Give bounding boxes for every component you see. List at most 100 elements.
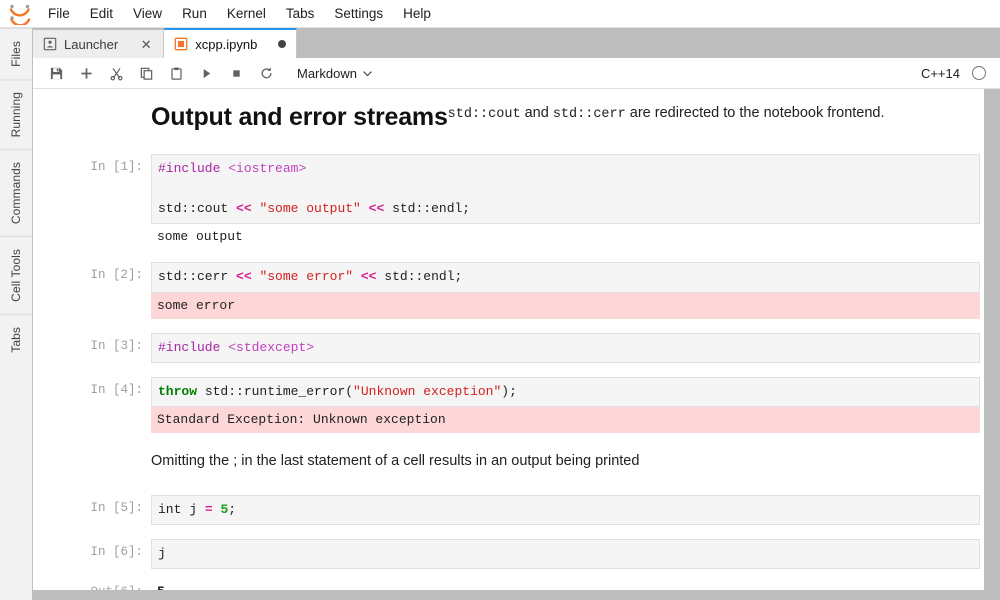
input-prompt-2: In [2]: xyxy=(90,268,143,283)
jupyter-logo xyxy=(0,0,38,28)
code-cell-5[interactable]: In [5]: int j = 5; xyxy=(33,494,1000,526)
paste-button[interactable] xyxy=(161,60,191,86)
vertical-scrollbar[interactable] xyxy=(984,89,1000,590)
token-runtime-error: std::runtime_error( xyxy=(197,383,354,399)
paste-icon xyxy=(170,67,182,80)
token-cout: std::cout xyxy=(158,201,237,217)
code-cell-2-body: std::cerr << "some error" << std::endl; … xyxy=(151,262,980,319)
execute-result-6: 5 xyxy=(151,579,980,590)
menu-item-run[interactable]: Run xyxy=(172,2,217,25)
cell-type-value: Markdown xyxy=(297,65,357,81)
restart-icon xyxy=(261,67,271,78)
intro-paragraph: std::cout and std::cerr are redirected t… xyxy=(448,103,885,132)
output-prompt-6: Out[6]: xyxy=(33,579,151,590)
sidebar-item-cell-tools[interactable]: Cell Tools xyxy=(0,236,32,315)
restart-button[interactable] xyxy=(251,60,281,86)
menu-item-settings[interactable]: Settings xyxy=(324,2,393,25)
sidebar-item-tabs[interactable]: Tabs xyxy=(0,314,32,365)
play-icon xyxy=(203,68,210,78)
tab-launcher[interactable]: Launcher ✕ xyxy=(33,30,165,58)
token-string-some-output: "some output" xyxy=(259,201,361,217)
code-cell-1-body: #include <iostream>std::cout << "some ou… xyxy=(151,154,980,248)
inline-code-cout: std::cout xyxy=(447,107,521,122)
sidebar-item-files[interactable]: Files xyxy=(0,28,32,79)
tab-dirty-indicator-icon[interactable] xyxy=(278,40,287,48)
jupyter-logo-icon xyxy=(9,4,31,25)
code-editor-6[interactable]: j xyxy=(151,539,980,570)
cut-button[interactable] xyxy=(101,60,131,86)
sidebar-item-running[interactable]: Running xyxy=(0,78,32,150)
output-cell-6-body: 5 xyxy=(151,579,980,590)
token-space-5 xyxy=(353,269,361,284)
menu-item-edit[interactable]: Edit xyxy=(80,2,123,25)
jupyterlab-window: File Edit View Run Kernel Tabs Settings … xyxy=(0,0,1000,600)
chevron-down-icon xyxy=(363,70,372,76)
copy-icon xyxy=(140,67,152,80)
code-cell-6[interactable]: In [6]: j xyxy=(33,539,1000,570)
menu-item-file[interactable]: File xyxy=(38,2,80,25)
token-shift-2: << xyxy=(368,201,385,217)
tab-launcher-close-icon[interactable]: ✕ xyxy=(139,38,153,51)
token-shift-3: << xyxy=(236,269,252,285)
menu-item-help[interactable]: Help xyxy=(393,2,441,25)
notebook-toolbar: Markdown C++14 xyxy=(33,58,1000,89)
token-string-some-error: "some error" xyxy=(259,269,354,285)
code-editor-4[interactable]: throw std::runtime_error("Unknown except… xyxy=(151,376,980,407)
menu-item-view[interactable]: View xyxy=(123,2,172,25)
tab-xcpp-ipynb[interactable]: xcpp.ipynb xyxy=(164,28,298,58)
token-space-3 xyxy=(361,201,369,216)
menu-item-tabs[interactable]: Tabs xyxy=(276,2,325,25)
stop-button[interactable] xyxy=(221,60,251,86)
token-include-1: #include xyxy=(158,161,221,176)
toolbar-right-group: C++14 xyxy=(921,66,986,81)
token-stdexcept: <stdexcept> xyxy=(228,339,315,355)
token-paren-close: ); xyxy=(501,383,517,399)
sidebar-item-commands[interactable]: Commands xyxy=(0,149,32,237)
markdown-cell-intro[interactable]: Output and error streams std::cout and s… xyxy=(33,103,1000,132)
notebook-scroll-area[interactable]: Output and error streams std::cout and s… xyxy=(33,89,1000,590)
code-cell-6-body: j xyxy=(151,539,980,570)
code-cell-5-body: int j = 5; xyxy=(151,494,980,526)
code-editor-1[interactable]: #include <iostream>std::cout << "some ou… xyxy=(151,154,980,225)
omitting-paragraph: Omitting the ; in the last statement of … xyxy=(151,453,640,470)
output-cell-6: Out[6]: 5 xyxy=(33,579,1000,590)
code-editor-2[interactable]: std::cerr << "some error" << std::endl; xyxy=(151,262,980,293)
scissors-icon xyxy=(109,67,123,80)
code-cell-3[interactable]: In [3]: #include <stdexcept> xyxy=(33,332,1000,363)
output-stderr-4: Standard Exception: Unknown exception xyxy=(151,406,980,434)
code-cell-1[interactable]: In [1]: #include <iostream>std::cout << … xyxy=(33,154,1000,248)
plus-icon xyxy=(80,67,92,79)
stop-square-icon xyxy=(232,69,240,77)
code-cell-3-body: #include <stdexcept> xyxy=(151,332,980,363)
markdown-cell-omitting[interactable]: Omitting the ; in the last statement of … xyxy=(33,451,1000,473)
code-cell-2[interactable]: In [2]: std::cerr << "some error" << std… xyxy=(33,262,1000,319)
copy-button[interactable] xyxy=(131,60,161,86)
token-string-unknown-exception: "Unknown exception" xyxy=(353,383,502,399)
page-title: Output and error streams xyxy=(151,103,448,131)
token-semicolon: ; xyxy=(228,501,237,517)
launcher-icon xyxy=(43,37,57,51)
horizontal-scrollbar[interactable] xyxy=(33,590,1000,600)
run-button[interactable] xyxy=(191,60,221,86)
intro-text-2: are redirected to the notebook frontend. xyxy=(625,105,885,121)
menu-item-kernel[interactable]: Kernel xyxy=(217,2,276,25)
code-editor-3[interactable]: #include <stdexcept> xyxy=(151,332,980,363)
token-iostream: <iostream> xyxy=(228,161,307,176)
input-prompt-3: In [3]: xyxy=(90,338,143,353)
menu-bar: File Edit View Run Kernel Tabs Settings … xyxy=(0,0,1000,28)
output-stdout-1: some output xyxy=(157,229,243,245)
inline-code-cerr: std::cerr xyxy=(552,107,626,122)
kernel-status-indicator-icon[interactable] xyxy=(972,66,986,80)
notebook-icon xyxy=(174,37,188,51)
token-assign: = xyxy=(204,501,213,517)
code-cell-4[interactable]: In [4]: throw std::runtime_error("Unknow… xyxy=(33,376,1000,434)
input-prompt-1: In [1]: xyxy=(90,160,143,174)
input-prompt-5: In [5]: xyxy=(90,500,143,515)
sidebar-filler xyxy=(0,364,32,600)
cell-type-dropdown[interactable]: Markdown xyxy=(293,64,377,83)
insert-cell-button[interactable] xyxy=(71,60,101,86)
save-button[interactable] xyxy=(41,60,71,86)
menu-items: File Edit View Run Kernel Tabs Settings … xyxy=(38,2,441,25)
input-prompt-6: In [6]: xyxy=(90,545,143,560)
code-editor-5[interactable]: int j = 5; xyxy=(151,494,980,526)
